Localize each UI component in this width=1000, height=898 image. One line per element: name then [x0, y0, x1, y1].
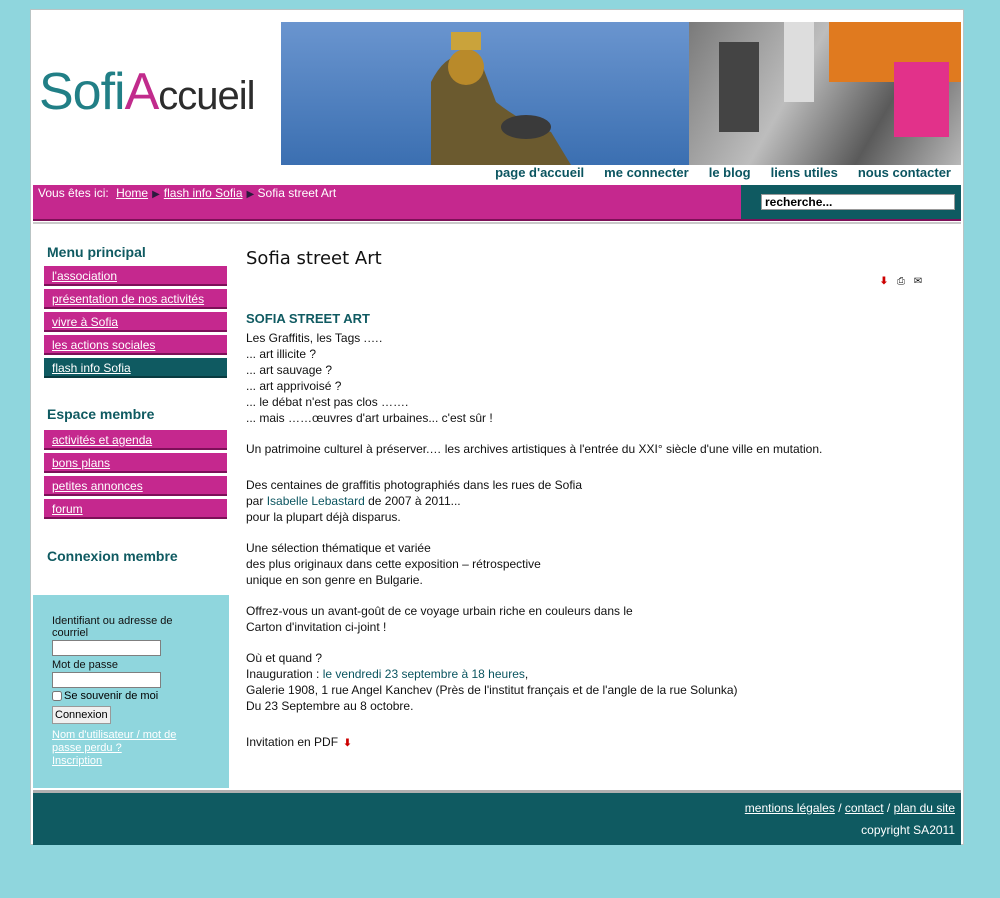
paragraph-5: Offrez-vous un avant-goût de ce voyage u…: [246, 604, 633, 634]
statue-photo: [281, 22, 689, 165]
nav-contact[interactable]: nous contacter: [858, 165, 951, 180]
breadcrumb-label: Vous êtes ici:: [38, 186, 109, 200]
author-name: Isabelle Lebastard: [266, 494, 365, 508]
breadcrumb-bar: Vous êtes ici: Home ▶ flash info Sofia ▶ So…: [33, 185, 961, 221]
paragraph-6: Où et quand ? Inauguration : le vendredi…: [246, 651, 738, 713]
menu-item-activities[interactable]: présentation de nos activités: [44, 289, 227, 309]
username-input[interactable]: [52, 639, 161, 656]
footer: mentions légales / contact / plan du sit…: [33, 790, 961, 845]
password-input[interactable]: [52, 671, 161, 688]
remember-row: Se souvenir de moi: [52, 690, 192, 705]
menu-item-agenda[interactable]: activités et agenda: [44, 430, 227, 450]
sidebar: Menu principal l'association présentatio…: [33, 242, 229, 566]
breadcrumb-home[interactable]: Home: [116, 186, 148, 200]
register-link[interactable]: Inscription: [52, 755, 192, 768]
article-tools: ⬇ ⎙ ✉: [878, 276, 924, 288]
pdf-invitation-label: Invitation en PDF: [246, 735, 339, 749]
footer-links: mentions légales / contact / plan du sit…: [744, 801, 955, 815]
paragraph-1: Les Graffitis, les Tags .…. ... art illi…: [246, 331, 493, 425]
search-area: [741, 185, 961, 219]
forgot-credentials-link[interactable]: Nom d'utilisateur / mot de passe perdu ?: [52, 729, 192, 755]
inauguration-date: le vendredi 23 septembre à 18 heures: [322, 667, 525, 681]
nav-blog[interactable]: le blog: [709, 165, 751, 180]
nav-links[interactable]: liens utiles: [771, 165, 838, 180]
top-navigation: page d'accueil me connecter le blog lien…: [495, 165, 951, 180]
page-title: Sofia street Art: [246, 248, 382, 269]
search-input[interactable]: [761, 194, 955, 210]
login-title: Connexion membre: [47, 548, 178, 564]
login-submit-button[interactable]: Connexion: [52, 706, 111, 724]
nav-login[interactable]: me connecter: [604, 165, 689, 180]
copyright: copyright SA2011: [861, 823, 955, 837]
login-form: Identifiant ou adresse de courriel Mot d…: [33, 595, 229, 788]
breadcrumb-arrow-icon: ▶: [246, 189, 255, 200]
paragraph-4: Une sélection thématique et variée des p…: [246, 541, 541, 587]
menu-item-forum[interactable]: forum: [44, 499, 227, 519]
article: Sofia street Art ⬇ ⎙ ✉ SOFIA STREET ART …: [246, 248, 946, 750]
nav-home[interactable]: page d'accueil: [495, 165, 584, 180]
menu-item-classifieds[interactable]: petites annonces: [44, 476, 227, 496]
site-logo[interactable]: SofiAccueil: [39, 62, 279, 132]
remember-label: Se souvenir de moi: [64, 690, 159, 702]
street-photo: [689, 22, 961, 165]
breadcrumb-arrow-icon: ▶: [152, 189, 160, 200]
article-heading: SOFIA STREET ART: [246, 311, 370, 326]
password-label: Mot de passe: [52, 659, 119, 671]
page: SofiAccueil page d'accueil me connecter …: [30, 9, 964, 845]
breadcrumb-section[interactable]: flash info Sofia: [164, 186, 243, 200]
header-divider: [33, 222, 961, 224]
pdf-invitation: Invitation en PDF ⬇: [246, 734, 946, 750]
paragraph-3: Des centaines de graffitis photographiés…: [246, 478, 582, 524]
paragraph-2: Un patrimoine culturel à préserver.… les…: [246, 442, 823, 456]
member-menu-title: Espace membre: [47, 406, 155, 422]
breadcrumb-current: Sofia street Art: [257, 186, 337, 200]
print-icon[interactable]: ⎙: [895, 276, 907, 288]
menu-item-deals[interactable]: bons plans: [44, 453, 227, 473]
menu-item-association[interactable]: l'association: [44, 266, 227, 286]
header-banner-image: [281, 22, 961, 165]
remember-checkbox[interactable]: [52, 691, 62, 702]
pdf-icon[interactable]: ⬇: [878, 276, 890, 288]
username-label: Identifiant ou adresse de courriel: [52, 615, 173, 639]
menu-item-social-actions[interactable]: les actions sociales: [44, 335, 227, 355]
main-menu-title: Menu principal: [47, 244, 146, 260]
menu-item-living-sofia[interactable]: vivre à Sofia: [44, 312, 227, 332]
pdf-file-icon[interactable]: ⬇: [341, 738, 353, 750]
footer-contact-link[interactable]: contact: [845, 801, 884, 815]
sitemap-link[interactable]: plan du site: [894, 801, 955, 815]
menu-item-flash-info[interactable]: flash info Sofia: [44, 358, 227, 378]
email-icon[interactable]: ✉: [912, 276, 924, 288]
legal-notice-link[interactable]: mentions légales: [745, 801, 835, 815]
breadcrumb: Vous êtes ici: Home ▶ flash info Sofia ▶ So…: [38, 186, 336, 200]
